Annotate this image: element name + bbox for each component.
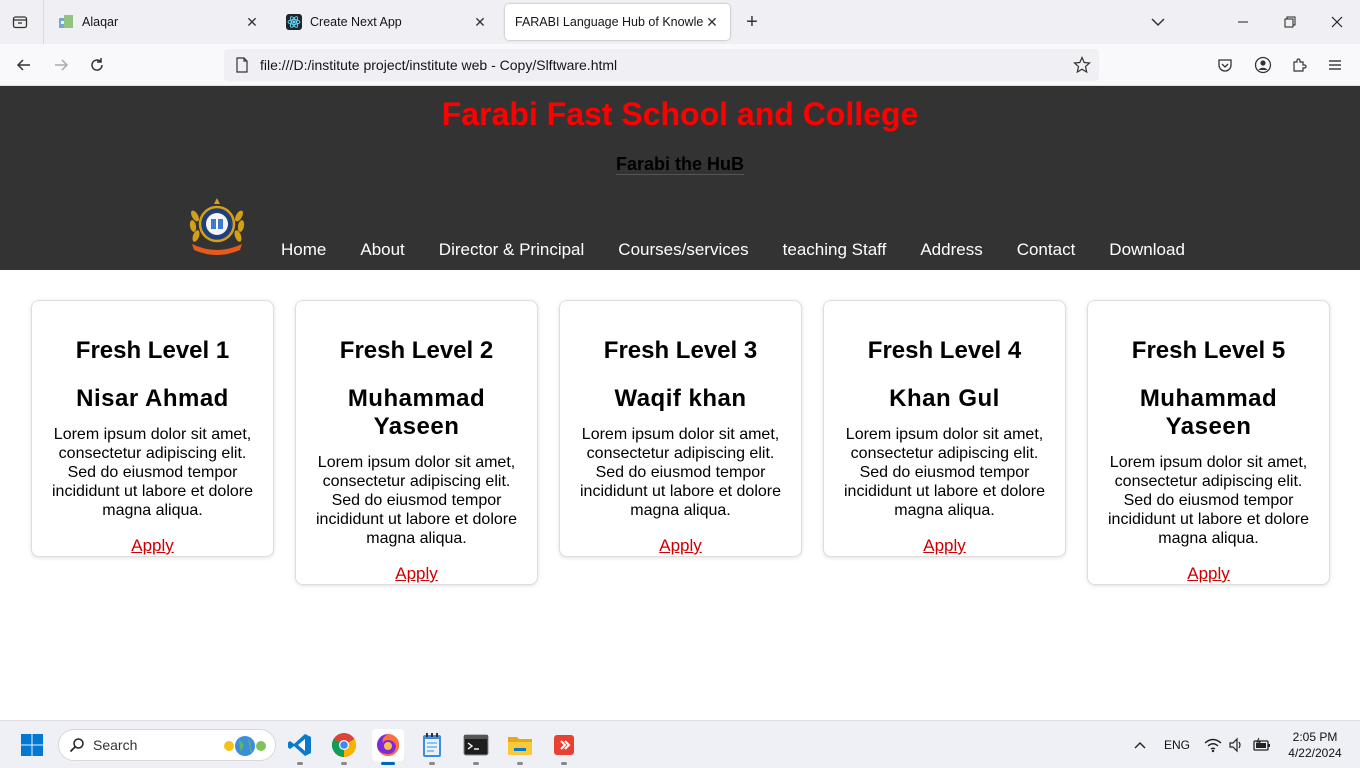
react-favicon-icon bbox=[286, 14, 302, 30]
menu-address[interactable]: Address bbox=[903, 240, 999, 260]
battery-icon[interactable] bbox=[1252, 721, 1272, 768]
close-tab-icon[interactable]: ✕ bbox=[704, 14, 720, 30]
card-teacher-name: Khan Gul bbox=[889, 385, 1000, 412]
menu-contact[interactable]: Contact bbox=[1000, 240, 1093, 260]
card-description: Lorem ipsum dolor sit amet, consectetur … bbox=[51, 426, 254, 519]
apply-link[interactable]: Apply bbox=[923, 536, 966, 556]
alaqar-favicon-icon bbox=[59, 15, 73, 28]
card-teacher-name: Muhammad Yaseen bbox=[1139, 385, 1278, 440]
running-indicator bbox=[517, 762, 523, 765]
firefox-icon[interactable] bbox=[372, 729, 404, 765]
tab-title: Alaqar bbox=[82, 15, 119, 29]
menu-home[interactable]: Home bbox=[264, 240, 343, 260]
running-indicator bbox=[341, 762, 347, 765]
card-description: Lorem ipsum dolor sit amet, consectetur … bbox=[579, 426, 782, 519]
card-description: Lorem ipsum dolor sit amet, consectetur … bbox=[843, 426, 1046, 519]
menu-icon[interactable] bbox=[1323, 53, 1347, 77]
list-all-tabs-icon[interactable] bbox=[1148, 12, 1168, 32]
site-title: Farabi Fast School and College bbox=[441, 96, 919, 132]
running-indicator bbox=[429, 762, 435, 765]
clock-date: 4/22/2024 bbox=[1288, 746, 1342, 760]
running-indicator bbox=[473, 762, 479, 765]
tab-alaqar[interactable]: Alaqar ✕ bbox=[48, 4, 270, 40]
vscode-icon[interactable] bbox=[284, 729, 316, 765]
card-level: Fresh Level 4 bbox=[867, 337, 1022, 364]
browser-nav-bar: file:///D:/institute project/institute w… bbox=[0, 44, 1360, 86]
url-text: file:///D:/institute project/institute w… bbox=[260, 57, 618, 73]
card-level: Fresh Level 2 bbox=[339, 337, 494, 364]
main-menu: Home About Director & Principal Courses/… bbox=[264, 240, 1202, 260]
file-explorer-icon[interactable] bbox=[504, 729, 536, 765]
active-indicator bbox=[381, 762, 395, 765]
extensions-icon[interactable] bbox=[1287, 53, 1311, 77]
site-header: Farabi Fast School and College Farabi th… bbox=[0, 86, 1360, 270]
system-clock[interactable]: 2:05 PM 4/22/2024 bbox=[1280, 729, 1350, 761]
course-card: Fresh Level 5 Muhammad Yaseen Lorem ipsu… bbox=[1087, 300, 1330, 585]
tab-farabi[interactable]: FARABI Language Hub of Knowledge ✕ bbox=[505, 4, 730, 40]
card-level: Fresh Level 1 bbox=[75, 337, 230, 364]
web-page: Farabi Fast School and College Farabi th… bbox=[0, 86, 1360, 720]
forward-icon[interactable] bbox=[49, 53, 73, 77]
menu-about[interactable]: About bbox=[343, 240, 421, 260]
page-icon bbox=[236, 57, 248, 73]
notepad-icon[interactable] bbox=[416, 729, 448, 765]
minimize-icon[interactable] bbox=[1231, 10, 1255, 34]
site-subtitle: Farabi the HuB bbox=[0, 154, 1360, 175]
card-description: Lorem ipsum dolor sit amet, consectetur … bbox=[315, 454, 518, 547]
new-tab-icon[interactable]: + bbox=[740, 10, 764, 34]
apply-link[interactable]: Apply bbox=[659, 536, 702, 556]
wifi-icon[interactable] bbox=[1204, 721, 1222, 768]
bookmark-star-icon[interactable] bbox=[1073, 56, 1091, 74]
tab-title: FARABI Language Hub of Knowledge bbox=[515, 15, 704, 29]
close-window-icon[interactable] bbox=[1325, 10, 1349, 34]
card-teacher-name: Waqif khan bbox=[614, 385, 747, 412]
firefox-view-icon[interactable] bbox=[8, 10, 32, 34]
running-indicator bbox=[297, 762, 303, 765]
menu-teaching-staff[interactable]: teaching Staff bbox=[766, 240, 904, 260]
menu-download[interactable]: Download bbox=[1092, 240, 1202, 260]
apply-link[interactable]: Apply bbox=[395, 564, 438, 584]
school-logo-icon bbox=[189, 198, 245, 255]
windows-start-icon[interactable] bbox=[16, 729, 48, 761]
chrome-icon[interactable] bbox=[328, 729, 360, 765]
card-level: Fresh Level 5 bbox=[1131, 337, 1286, 364]
card-teacher-name: Nisar Ahmad bbox=[76, 385, 229, 412]
tab-separator bbox=[43, 0, 44, 44]
course-card: Fresh Level 2 Muhammad Yaseen Lorem ipsu… bbox=[295, 300, 538, 585]
earth-day-icon bbox=[224, 736, 266, 756]
browser-tab-bar: Alaqar ✕ Create Next App ✕ FARABI Langua… bbox=[0, 0, 1360, 44]
reload-icon[interactable] bbox=[85, 53, 109, 77]
taskbar: Search ENG 2:05 PM 4/22/2024 bbox=[0, 720, 1360, 768]
close-tab-icon[interactable]: ✕ bbox=[472, 14, 488, 30]
search-icon bbox=[69, 738, 84, 753]
account-icon[interactable] bbox=[1251, 53, 1275, 77]
url-bar[interactable]: file:///D:/institute project/institute w… bbox=[224, 49, 1099, 81]
taskbar-search[interactable]: Search bbox=[58, 729, 276, 761]
close-tab-icon[interactable]: ✕ bbox=[244, 14, 260, 30]
running-indicator bbox=[561, 762, 567, 765]
terminal-icon[interactable] bbox=[460, 729, 492, 765]
apply-link[interactable]: Apply bbox=[131, 536, 174, 556]
language-indicator[interactable]: ENG bbox=[1164, 721, 1190, 768]
card-level: Fresh Level 3 bbox=[603, 337, 758, 364]
search-label: Search bbox=[93, 737, 138, 753]
volume-icon[interactable] bbox=[1228, 721, 1244, 768]
course-card: Fresh Level 4 Khan Gul Lorem ipsum dolor… bbox=[823, 300, 1066, 557]
course-card: Fresh Level 1 Nisar Ahmad Lorem ipsum do… bbox=[31, 300, 274, 557]
card-description: Lorem ipsum dolor sit amet, consectetur … bbox=[1107, 454, 1310, 547]
course-card: Fresh Level 3 Waqif khan Lorem ipsum dol… bbox=[559, 300, 802, 557]
show-hidden-icons-icon[interactable] bbox=[1132, 721, 1148, 768]
restore-icon[interactable] bbox=[1278, 10, 1302, 34]
menu-director-principal[interactable]: Director & Principal bbox=[422, 240, 602, 260]
git-icon[interactable] bbox=[548, 729, 580, 765]
menu-courses-services[interactable]: Courses/services bbox=[601, 240, 765, 260]
tab-title: Create Next App bbox=[310, 15, 402, 29]
pocket-icon[interactable] bbox=[1213, 53, 1237, 77]
site-subtitle-text: Farabi the HuB bbox=[615, 154, 744, 175]
apply-link[interactable]: Apply bbox=[1187, 564, 1230, 584]
card-teacher-name: Muhammad Yaseen bbox=[347, 385, 486, 440]
back-icon[interactable] bbox=[12, 53, 36, 77]
tab-create-next-app[interactable]: Create Next App ✕ bbox=[276, 4, 498, 40]
clock-time: 2:05 PM bbox=[1292, 730, 1338, 744]
